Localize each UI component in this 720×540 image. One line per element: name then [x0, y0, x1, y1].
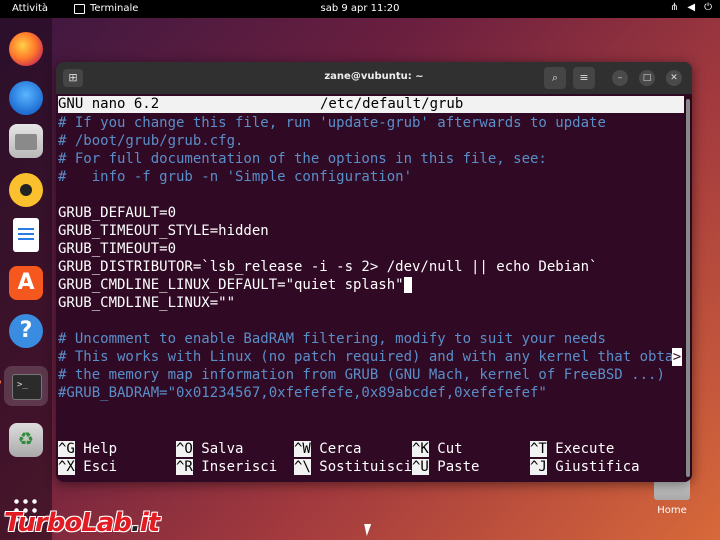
power-icon: ⏻: [704, 2, 712, 13]
text-line[interactable]: # If you change this file, run 'update-g…: [58, 114, 606, 132]
writer-icon[interactable]: [13, 218, 39, 252]
files-icon[interactable]: [9, 124, 43, 158]
text-line[interactable]: GRUB_DEFAULT=0: [58, 204, 176, 222]
maximize-button[interactable]: □: [639, 70, 655, 86]
new-tab-button[interactable]: ⊞: [63, 69, 83, 87]
firefox-icon[interactable]: [9, 32, 43, 66]
network-icon: ⋔: [669, 2, 679, 13]
shortcut-paste[interactable]: ^U Paste: [412, 458, 479, 476]
text-cursor: [403, 277, 413, 293]
shortcut-key: ^G: [58, 441, 75, 457]
watermark-logo: TurboLab.it: [4, 508, 160, 538]
text-line[interactable]: # info -f grub -n 'Simple configuration': [58, 168, 412, 186]
text-line[interactable]: GRUB_TIMEOUT=0: [58, 240, 176, 258]
system-tray[interactable]: ⋔ ◀ ⏻: [670, 2, 712, 13]
nano-header: GNU nano 6.2 /etc/default/grub: [58, 96, 684, 113]
text-line[interactable]: GRUB_DISTRIBUTOR=`lsb_release -i -s 2> /…: [58, 258, 597, 276]
minimize-icon: –: [617, 73, 623, 83]
text-line[interactable]: GRUB_TIMEOUT_STYLE=hidden: [58, 222, 269, 240]
shortcut-insert[interactable]: ^R Inserisci: [176, 458, 277, 476]
shortcut-key: ^U: [412, 459, 429, 475]
shortcut-label: Paste: [437, 459, 480, 475]
shortcut-execute[interactable]: ^T Execute: [530, 440, 614, 458]
thunderbird-icon[interactable]: [9, 81, 43, 115]
shortcut-label: Salva: [201, 441, 244, 457]
terminal-window: ⊞ zane@vubuntu: ~ ⌕ ≡ – □ ✕ GNU nano 6.2…: [56, 62, 692, 482]
dock: A ? >_ ♻: [0, 18, 52, 540]
nano-version: GNU nano 6.2: [58, 96, 160, 112]
shortcut-key: ^R: [176, 459, 193, 475]
text-line-cursor[interactable]: GRUB_CMDLINE_LINUX_DEFAULT="quiet splash…: [58, 276, 413, 294]
terminal-icon[interactable]: >_: [0, 366, 48, 406]
shortcut-key: ^T: [530, 441, 547, 457]
shortcut-search[interactable]: ^W Cerca: [294, 440, 361, 458]
shortcut-justify[interactable]: ^J Giustifica: [530, 458, 640, 476]
help-icon[interactable]: ?: [9, 314, 43, 348]
window-title: zane@vubuntu: ~: [324, 71, 424, 82]
shortcut-label: Cut: [437, 441, 463, 457]
scrollbar-thumb[interactable]: [686, 99, 690, 477]
shortcut-cut[interactable]: ^K Cut: [412, 440, 463, 458]
search-icon: ⌕: [551, 71, 559, 84]
text-line: GRUB_CMDLINE_LINUX_DEFAULT="quiet splash…: [58, 277, 404, 293]
shortcut-help[interactable]: ^G Help: [58, 440, 117, 458]
activities-button[interactable]: Attività: [12, 3, 48, 14]
app-name: Terminale: [90, 3, 139, 14]
line-overflow-marker: >: [672, 348, 682, 366]
text-line[interactable]: # For full documentation of the options …: [58, 150, 547, 168]
watermark-text: TurboLab: [4, 508, 132, 538]
text-line[interactable]: # Uncomment to enable BadRAM filtering, …: [58, 330, 606, 348]
trash-icon[interactable]: ♻: [9, 423, 43, 457]
terminal-small-icon: [74, 3, 85, 14]
title-bar[interactable]: ⊞ zane@vubuntu: ~ ⌕ ≡ – □ ✕: [56, 62, 692, 94]
shortcut-label: Cerca: [319, 441, 362, 457]
menu-button[interactable]: ≡: [573, 67, 595, 89]
nano-editor[interactable]: GNU nano 6.2 /etc/default/grub # If you …: [56, 95, 684, 482]
hamburger-icon: ≡: [579, 71, 589, 84]
scrollbar[interactable]: [684, 95, 692, 482]
shortcut-key: ^J: [530, 459, 547, 475]
watermark-dot: .: [130, 508, 141, 538]
text-line[interactable]: # the memory map information from GRUB (…: [58, 366, 665, 384]
close-icon: ✕: [670, 73, 678, 83]
shortcut-key: ^\: [294, 459, 311, 475]
top-bar: Attività Terminale sab 9 apr 11:20 ⋔ ◀ ⏻: [0, 0, 720, 18]
app-menu[interactable]: Terminale: [74, 3, 138, 14]
shortcut-label: Inserisci: [201, 459, 278, 475]
shortcut-exit[interactable]: ^X Esci: [58, 458, 117, 476]
text-line[interactable]: GRUB_CMDLINE_LINUX="": [58, 294, 235, 312]
maximize-icon: □: [642, 73, 652, 83]
shortcut-label: Help: [83, 441, 118, 457]
volume-icon: ◀: [687, 2, 696, 13]
app-center-icon[interactable]: A: [9, 266, 43, 300]
text-line[interactable]: # /boot/grub/grub.cfg.: [58, 132, 243, 150]
shortcut-save[interactable]: ^O Salva: [176, 440, 243, 458]
shortcut-key: ^X: [58, 459, 75, 475]
watermark-tld: it: [139, 508, 160, 538]
shortcut-label: Execute: [555, 441, 615, 457]
shortcut-label: Giustifica: [555, 459, 640, 475]
shortcut-replace[interactable]: ^\ Sostituisci: [294, 458, 412, 476]
shortcut-key: ^O: [176, 441, 193, 457]
home-label[interactable]: Home: [650, 505, 694, 516]
text-line[interactable]: # This works with Linux (no patch requir…: [58, 348, 672, 366]
minimize-button[interactable]: –: [612, 70, 628, 86]
shortcut-label: Sostituisci: [319, 459, 413, 475]
file-path: /etc/default/grub: [320, 96, 464, 112]
shortcut-key: ^W: [294, 441, 311, 457]
shortcut-key: ^K: [412, 441, 429, 457]
search-button[interactable]: ⌕: [544, 67, 566, 89]
shortcut-label: Esci: [83, 459, 118, 475]
rhythmbox-icon[interactable]: [9, 173, 43, 207]
text-line[interactable]: #GRUB_BADRAM="0x01234567,0xfefefefe,0x89…: [58, 384, 547, 402]
close-button[interactable]: ✕: [666, 70, 682, 86]
